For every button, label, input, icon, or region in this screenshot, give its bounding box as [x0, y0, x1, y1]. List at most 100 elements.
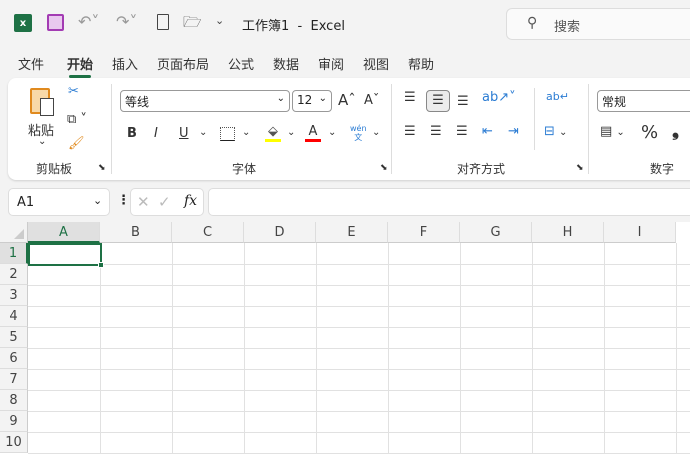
number-format-select[interactable]: 常规: [597, 90, 690, 112]
italic-button[interactable]: I: [154, 126, 158, 141]
cancel-icon[interactable]: ✕: [137, 193, 150, 211]
excel-logo-icon: x: [14, 14, 32, 32]
name-box-dropdown-icon[interactable]: ⌄: [93, 194, 102, 207]
alignment-launcher-icon[interactable]: ⬊: [576, 163, 584, 173]
more-options-icon[interactable]: ⋮: [117, 193, 130, 208]
increase-font-icon[interactable]: Aˆ: [338, 91, 356, 109]
align-left-icon[interactable]: ☰: [404, 124, 416, 139]
tab-formulas[interactable]: 公式: [228, 54, 254, 73]
row-header-6[interactable]: 6: [0, 348, 28, 369]
percent-button[interactable]: %: [641, 122, 658, 143]
bold-button[interactable]: B: [127, 126, 137, 141]
tab-help[interactable]: 帮助: [408, 54, 434, 73]
tab-data[interactable]: 数据: [273, 54, 299, 73]
column-header-A[interactable]: A: [28, 222, 100, 243]
search-icon: ⚲: [527, 15, 538, 31]
enter-icon[interactable]: ✓: [158, 193, 171, 211]
name-box-value: A1: [17, 195, 35, 210]
row-header-4[interactable]: 4: [0, 306, 28, 327]
align-bottom-icon[interactable]: ☰: [457, 94, 469, 109]
grid-line: [28, 411, 690, 412]
copy-icon[interactable]: ⧉ ˅: [67, 112, 87, 127]
open-folder-icon[interactable]: 🗁: [183, 12, 202, 37]
decrease-indent-icon[interactable]: ⇤: [482, 124, 493, 139]
row-header-9[interactable]: 9: [0, 411, 28, 432]
search-box[interactable]: ⚲ 搜索: [506, 8, 690, 40]
selected-cell[interactable]: [28, 243, 102, 266]
column-header-G[interactable]: G: [460, 222, 532, 243]
row-header-10[interactable]: 10: [0, 432, 28, 453]
grid-line: [28, 264, 690, 265]
search-placeholder: 搜索: [554, 20, 581, 35]
phonetic-dropdown-icon[interactable]: ⌄: [372, 127, 380, 138]
name-box[interactable]: A1 ⌄: [8, 188, 110, 216]
wrap-text-icon[interactable]: ab↵: [546, 90, 569, 103]
align-top-icon[interactable]: ☰: [404, 90, 416, 105]
comma-button[interactable]: ❟: [672, 120, 679, 141]
increase-indent-icon[interactable]: ⇥: [508, 124, 519, 139]
row-header-7[interactable]: 7: [0, 369, 28, 390]
number-group-label: 数字: [650, 162, 675, 176]
formula-input[interactable]: [208, 188, 690, 216]
border-dropdown-icon[interactable]: ⌄: [242, 127, 250, 138]
customize-toolbar-icon[interactable]: ⌄: [215, 14, 224, 27]
phonetic-icon[interactable]: wén 文: [350, 124, 367, 142]
clipboard-group-label: 剪贴板: [36, 162, 73, 176]
fill-handle[interactable]: [98, 262, 104, 268]
select-all-button[interactable]: [0, 222, 28, 243]
font-color-button[interactable]: A: [305, 124, 321, 142]
paste-dropdown-icon[interactable]: ⌄: [38, 136, 46, 147]
border-icon[interactable]: [220, 127, 235, 141]
align-center-icon[interactable]: ☰: [430, 124, 442, 139]
underline-dropdown-icon[interactable]: ⌄: [199, 127, 207, 138]
grid-line: [28, 432, 690, 433]
column-header-I[interactable]: I: [604, 222, 676, 243]
fill-color-dropdown-icon[interactable]: ⌄: [287, 127, 295, 138]
new-file-icon[interactable]: [157, 14, 169, 30]
underline-button[interactable]: U: [179, 126, 189, 141]
row-header-1[interactable]: 1: [0, 243, 28, 264]
row-header-5[interactable]: 5: [0, 327, 28, 348]
row-header-2[interactable]: 2: [0, 264, 28, 285]
tab-insert[interactable]: 插入: [112, 54, 138, 73]
tab-page-layout[interactable]: 页面布局: [157, 54, 209, 73]
clipboard-launcher-icon[interactable]: ⬊: [98, 163, 106, 173]
font-size-select[interactable]: 12 ⌄: [292, 90, 332, 112]
font-launcher-icon[interactable]: ⬊: [380, 163, 388, 173]
save-icon[interactable]: [47, 14, 64, 31]
tab-file[interactable]: 文件: [18, 54, 44, 73]
orientation-icon[interactable]: ab↗˅: [482, 90, 516, 105]
grid-line: [28, 348, 690, 349]
column-header-H[interactable]: H: [532, 222, 604, 243]
paste-page-icon: [40, 98, 54, 116]
formula-buttons: ✕ ✓ fx: [130, 188, 204, 216]
decrease-font-icon[interactable]: Aˇ: [364, 93, 379, 108]
window-title: 工作簿1 - Excel: [242, 19, 345, 34]
row-header-8[interactable]: 8: [0, 390, 28, 411]
align-right-icon[interactable]: ☰: [456, 124, 468, 139]
fill-color-icon[interactable]: ⬙: [265, 124, 281, 142]
font-color-dropdown-icon[interactable]: ⌄: [328, 127, 336, 138]
column-header-B[interactable]: B: [100, 222, 172, 243]
merge-center-icon[interactable]: ⊟ ⌄: [544, 124, 567, 139]
tab-review[interactable]: 审阅: [318, 54, 344, 73]
font-group-label: 字体: [232, 162, 257, 176]
insert-function-button[interactable]: fx: [184, 193, 197, 209]
accounting-format-icon[interactable]: ▤ ⌄: [600, 124, 625, 139]
cut-icon[interactable]: ✂: [68, 84, 79, 99]
undo-icon[interactable]: ↶˅: [78, 12, 99, 31]
grid-line: [28, 285, 690, 286]
column-header-D[interactable]: D: [244, 222, 316, 243]
format-painter-icon[interactable]: 🖌: [68, 136, 85, 151]
tab-view[interactable]: 视图: [363, 54, 389, 73]
column-header-E[interactable]: E: [316, 222, 388, 243]
alignment-group-label: 对齐方式: [457, 162, 506, 176]
font-name-select[interactable]: 等线 ⌄: [120, 90, 290, 112]
row-header-3[interactable]: 3: [0, 285, 28, 306]
tab-home[interactable]: 开始: [67, 54, 93, 78]
align-middle-icon[interactable]: ☰: [426, 90, 450, 112]
worksheet-grid[interactable]: [0, 222, 690, 454]
redo-icon[interactable]: ↷˅: [116, 12, 137, 31]
column-header-C[interactable]: C: [172, 222, 244, 243]
column-header-F[interactable]: F: [388, 222, 460, 243]
